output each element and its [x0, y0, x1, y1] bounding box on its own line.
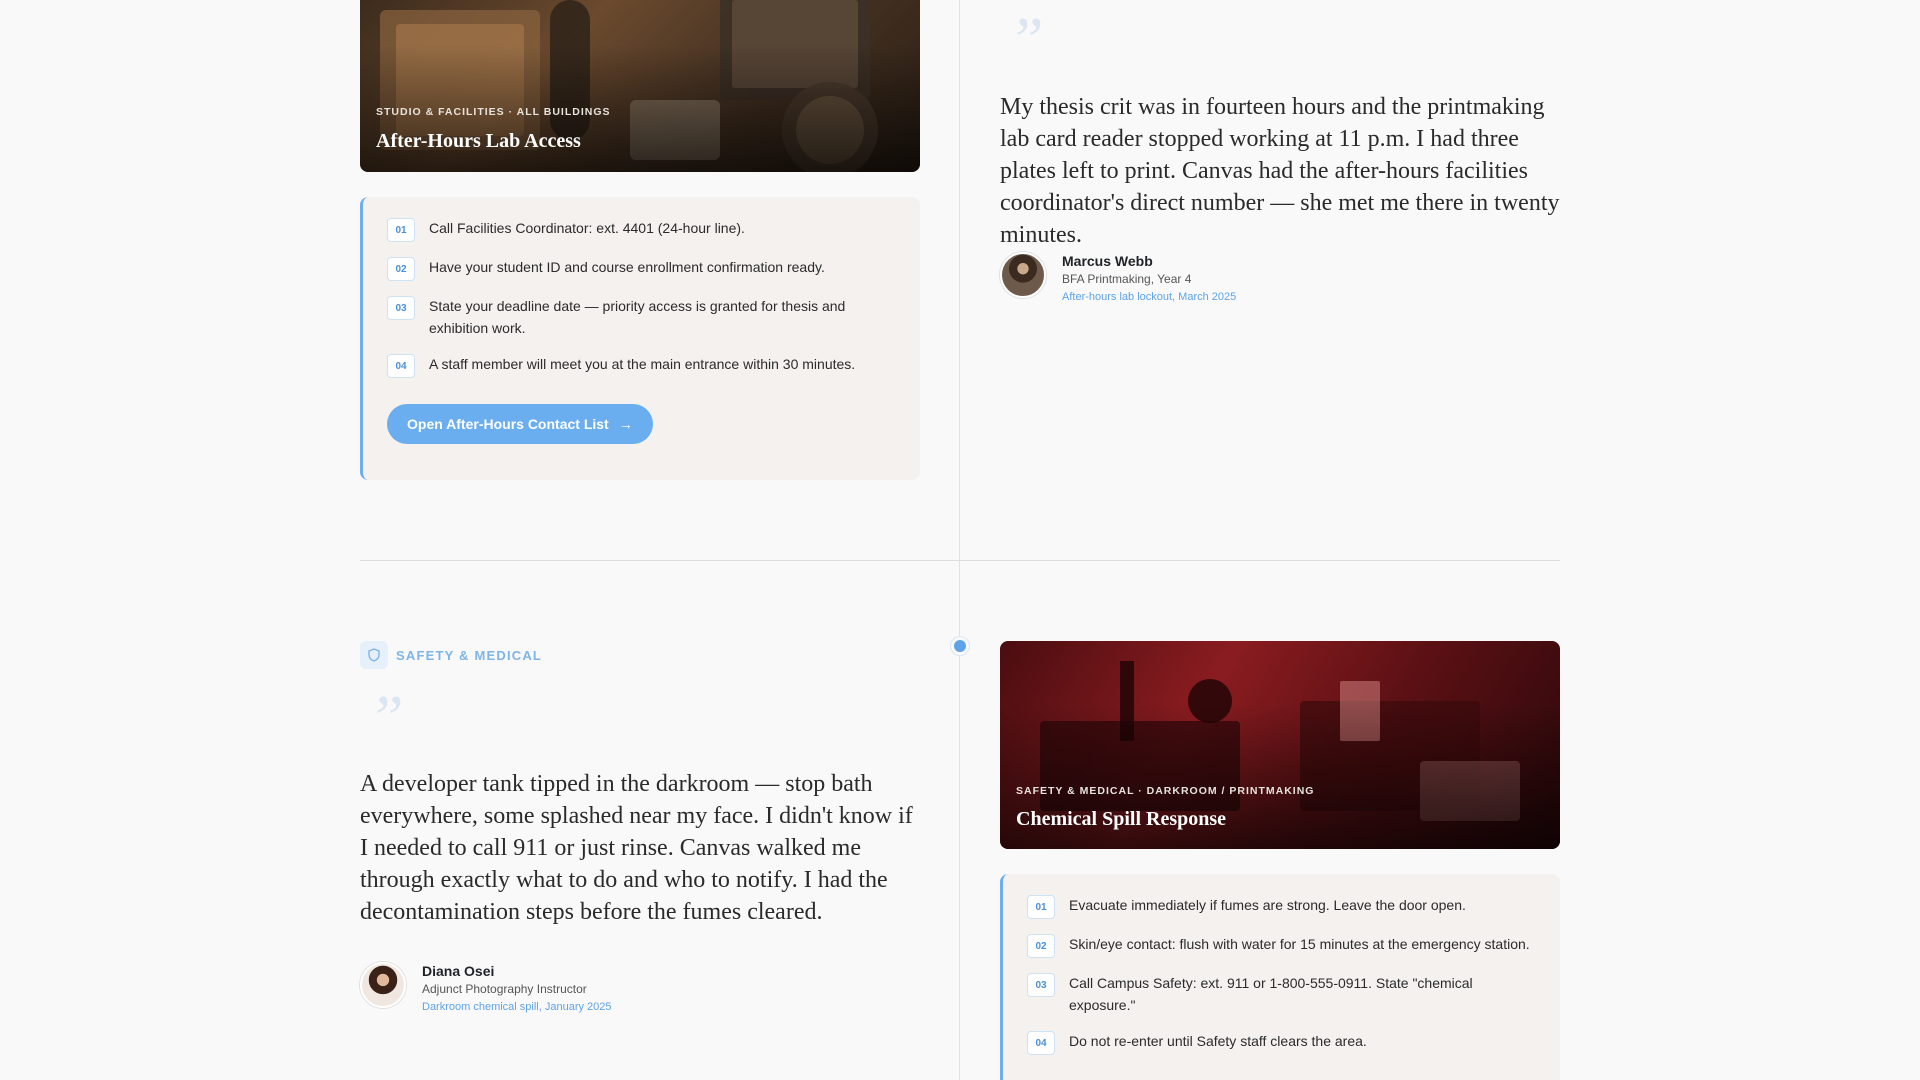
- step-text: Call Campus Safety: ext. 911 or 1-800-55…: [1069, 975, 1473, 1013]
- step-text: Have your student ID and course enrollme…: [429, 259, 825, 275]
- step-item: 01 Evacuate immediately if fumes are str…: [1027, 894, 1536, 919]
- step-text: State your deadline date — priority acce…: [429, 298, 846, 336]
- timeline-line: [959, 0, 960, 1080]
- step-item: 01 Call Facilities Coordinator: ext. 440…: [387, 217, 896, 242]
- category-tag: SAFETY & MEDICAL: [360, 641, 542, 669]
- step-number: 01: [1027, 895, 1055, 919]
- step-number: 01: [387, 218, 415, 242]
- step-number: 03: [1027, 973, 1055, 997]
- step-number: 04: [1027, 1031, 1055, 1055]
- testimonial-quote: A developer tank tipped in the darkroom …: [360, 771, 913, 925]
- chemical-spill-steps-panel: 01 Evacuate immediately if fumes are str…: [1000, 874, 1560, 1080]
- hero-kicker: STUDIO & FACILITIES · ALL BUILDINGS: [376, 106, 611, 118]
- step-item: 02 Have your student ID and course enrol…: [387, 256, 896, 281]
- step-item: 04 Do not re-enter until Safety staff cl…: [1027, 1030, 1536, 1055]
- step-item: 02 Skin/eye contact: flush with water fo…: [1027, 933, 1536, 958]
- step-text: A staff member will meet you at the main…: [429, 356, 856, 372]
- author-role: Adjunct Photography Instructor: [422, 982, 587, 996]
- after-hours-steps-panel: 01 Call Facilities Coordinator: ext. 440…: [360, 197, 920, 480]
- cta-label: Open After-Hours Contact List: [407, 416, 609, 432]
- after-hours-hero-card[interactable]: STUDIO & FACILITIES · ALL BUILDINGS Afte…: [360, 0, 920, 172]
- author-context: After-hours lab lockout, March 2025: [1062, 291, 1237, 303]
- step-number: 02: [387, 257, 415, 281]
- avatar: [360, 962, 406, 1008]
- avatar: [1000, 252, 1046, 298]
- shield-icon: [360, 641, 388, 669]
- author-name: Diana Osei: [422, 963, 495, 979]
- step-text: Do not re-enter until Safety staff clear…: [1069, 1033, 1367, 1049]
- open-after-hours-contact-list-button[interactable]: Open After-Hours Contact List →: [387, 404, 653, 444]
- hero-kicker: SAFETY & MEDICAL · DARKROOM / PRINTMAKIN…: [1016, 785, 1315, 797]
- author-context: Darkroom chemical spill, January 2025: [422, 1001, 612, 1013]
- quote-mark-icon: ”: [1008, 4, 1044, 75]
- chemical-spill-hero-card[interactable]: SAFETY & MEDICAL · DARKROOM / PRINTMAKIN…: [1000, 641, 1560, 849]
- step-number: 04: [387, 354, 415, 378]
- quote-mark-icon: ”: [368, 682, 404, 753]
- arrow-right-icon: →: [618, 416, 633, 432]
- step-number: 03: [387, 296, 415, 320]
- testimonial-author: Diana Osei Adjunct Photography Instructo…: [360, 962, 612, 1016]
- hero-title: After-Hours Lab Access: [376, 130, 581, 152]
- step-item: 03 State your deadline date — priority a…: [387, 295, 896, 339]
- step-text: Evacuate immediately if fumes are strong…: [1069, 897, 1466, 913]
- author-role: BFA Printmaking, Year 4: [1062, 272, 1192, 286]
- step-text: Skin/eye contact: flush with water for 1…: [1069, 936, 1530, 952]
- testimonial-quote: My thesis crit was in fourteen hours and…: [1000, 94, 1560, 248]
- section-divider: [360, 560, 1560, 561]
- step-item: 04 A staff member will meet you at the m…: [387, 353, 896, 378]
- timeline-dot: [954, 640, 966, 652]
- step-number: 02: [1027, 934, 1055, 958]
- category-label: SAFETY & MEDICAL: [396, 647, 543, 663]
- author-name: Marcus Webb: [1062, 253, 1153, 269]
- step-item: 03 Call Campus Safety: ext. 911 or 1-800…: [1027, 972, 1536, 1016]
- step-text: Call Facilities Coordinator: ext. 4401 (…: [429, 220, 745, 236]
- testimonial-author: Marcus Webb BFA Printmaking, Year 4 Afte…: [1000, 252, 1236, 306]
- hero-title: Chemical Spill Response: [1016, 808, 1227, 830]
